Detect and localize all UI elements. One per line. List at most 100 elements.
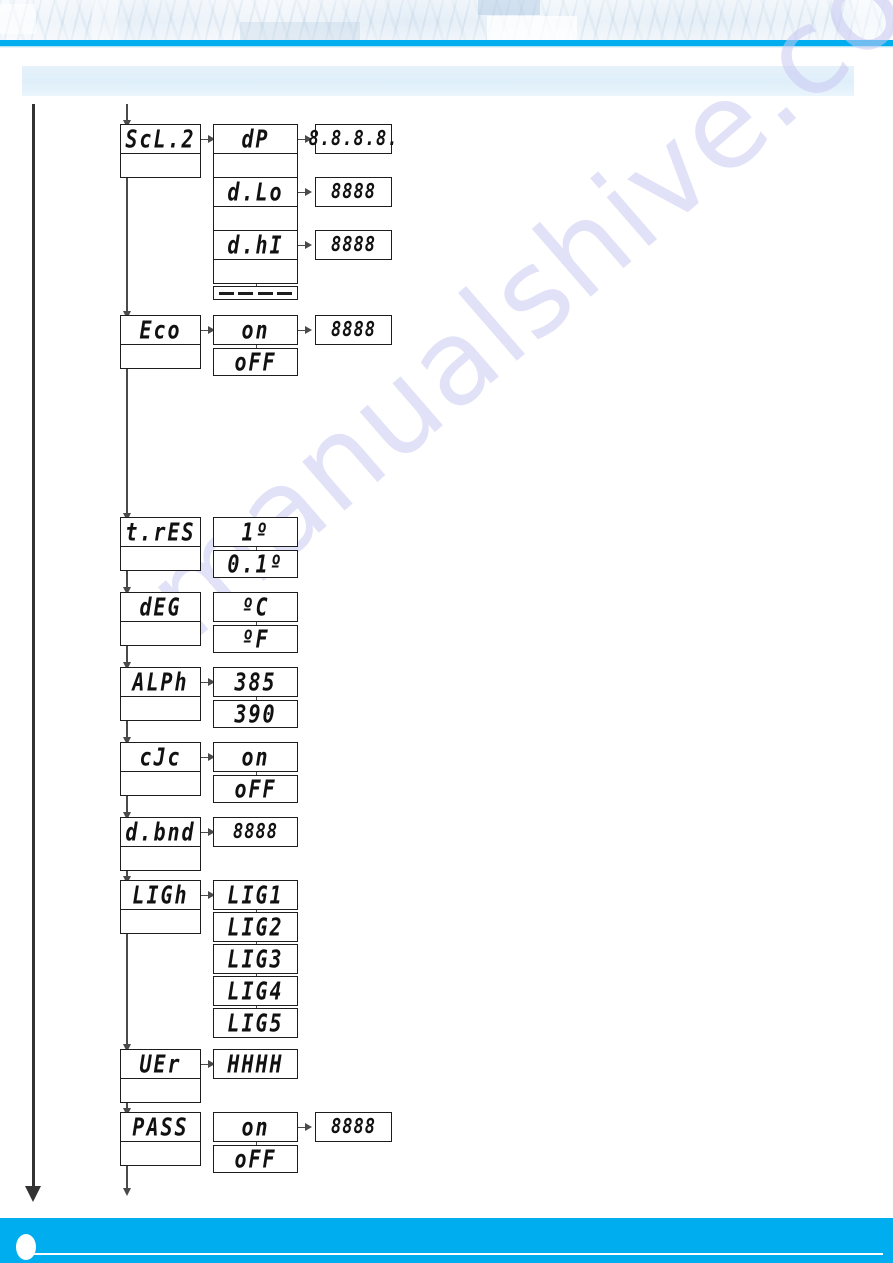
option-label: 0.1º: [227, 549, 284, 579]
menu-box-scl2[interactable]: ScL.2: [120, 124, 201, 154]
menu-box-ligh-body: [120, 910, 201, 934]
connector-arrow-icon: [305, 1123, 312, 1131]
menu-box-ligh[interactable]: LIGh: [120, 880, 201, 910]
option-box-tres-1deg[interactable]: 1º: [213, 517, 298, 547]
menu-label: dEG: [139, 592, 182, 622]
value-label: 8.8.8.8.: [308, 126, 399, 152]
menu-label: cJc: [139, 742, 182, 772]
option-label: LIG2: [227, 912, 284, 942]
main-spine-line: [32, 104, 35, 1190]
option-box-dp[interactable]: dP: [213, 124, 298, 154]
value-label: HHHH: [227, 1049, 284, 1079]
option-box-eco-off[interactable]: oFF: [213, 347, 298, 377]
option-label: on: [241, 742, 270, 772]
option-box-alph-390[interactable]: 390: [213, 699, 298, 729]
spine-eco-to-tres: [126, 369, 128, 519]
option-box-lig5[interactable]: LIG5: [213, 1008, 298, 1038]
menu-box-eco[interactable]: Eco: [120, 315, 201, 345]
connector-arrow-icon: [305, 188, 312, 196]
option-label: LIG1: [227, 880, 284, 910]
option-box-dp-body: [213, 154, 298, 178]
menu-box-eco-body: [120, 345, 201, 369]
main-spine-arrow-icon: [25, 1186, 41, 1202]
option-box-dlo[interactable]: d.Lo: [213, 177, 298, 207]
menu-label: ALPh: [132, 667, 189, 697]
option-label: 385: [234, 667, 277, 697]
value-box-dbnd[interactable]: 8888: [213, 817, 298, 847]
option-box-lig4[interactable]: LIG4: [213, 976, 298, 1006]
value-label: 8888: [331, 1114, 376, 1140]
option-label: dP: [241, 124, 270, 154]
option-label: ºC: [241, 592, 270, 622]
menu-box-tres-body: [120, 547, 201, 571]
dash-segment: [257, 291, 273, 295]
option-label: LIG3: [227, 944, 284, 974]
option-box-deg-fahrenheit[interactable]: ºF: [213, 624, 298, 654]
menu-box-cjc[interactable]: cJc: [120, 742, 201, 772]
value-box-uer[interactable]: HHHH: [213, 1049, 298, 1079]
footer-dot-icon: [16, 1234, 36, 1260]
value-box-eco[interactable]: 8888: [315, 315, 392, 345]
menu-box-tres[interactable]: t.rES: [120, 517, 201, 547]
option-box-dhi-body: [213, 260, 298, 284]
connector-arrow-icon: [305, 326, 312, 334]
menu-label: LIGh: [132, 880, 189, 910]
menu-box-pass[interactable]: PASS: [120, 1112, 201, 1142]
option-box-cjc-off[interactable]: oFF: [213, 774, 298, 804]
option-box-lig1[interactable]: LIG1: [213, 880, 298, 910]
menu-box-alph[interactable]: ALPh: [120, 667, 201, 697]
value-label: 8888: [331, 179, 376, 205]
option-label: on: [241, 1112, 270, 1142]
option-label: d.Lo: [227, 177, 284, 207]
dash-segment: [277, 291, 293, 295]
option-box-eco-on[interactable]: on: [213, 315, 298, 345]
value-box-dhi[interactable]: 8888: [315, 230, 392, 260]
menu-box-scl2-body: [120, 154, 201, 178]
menu-box-cjc-body: [120, 772, 201, 796]
value-label: 8888: [331, 317, 376, 343]
menu-box-pass-body: [120, 1142, 201, 1166]
option-box-cjc-on[interactable]: on: [213, 742, 298, 772]
option-label: d.hI: [227, 230, 284, 260]
option-label: oFF: [234, 774, 277, 804]
value-box-dlo[interactable]: 8888: [315, 177, 392, 207]
menu-label: UEr: [139, 1049, 182, 1079]
option-box-dhi[interactable]: d.hI: [213, 230, 298, 260]
menu-box-dbnd-body: [120, 847, 201, 871]
option-box-lig3[interactable]: LIG3: [213, 944, 298, 974]
footer-rule: [28, 1253, 883, 1255]
option-box-alph-385[interactable]: 385: [213, 667, 298, 697]
stem-arrow-icon: [123, 1188, 131, 1196]
option-box-pass-on[interactable]: on: [213, 1112, 298, 1142]
menu-label: ScL.2: [125, 124, 196, 154]
option-box-lig2[interactable]: LIG2: [213, 912, 298, 942]
option-label: oFF: [234, 347, 277, 377]
footer-bar: [0, 1218, 893, 1263]
menu-label: Eco: [139, 315, 182, 345]
menu-box-deg[interactable]: dEG: [120, 592, 201, 622]
connector-arrow-icon: [305, 241, 312, 249]
menu-label: d.bnd: [125, 817, 196, 847]
menu-box-dbnd[interactable]: d.bnd: [120, 817, 201, 847]
spine-ligh-to-uer: [126, 934, 128, 1048]
spine-pass-exit: [126, 1166, 128, 1190]
menu-box-uer-body: [120, 1079, 201, 1103]
menu-box-alph-body: [120, 697, 201, 721]
option-box-dlo-body: [213, 207, 298, 231]
spine-scl2-to-eco: [126, 178, 128, 318]
option-box-deg-celsius[interactable]: ºC: [213, 592, 298, 622]
option-label: LIG4: [227, 976, 284, 1006]
option-box-dashes[interactable]: [213, 286, 298, 300]
option-box-tres-01deg[interactable]: 0.1º: [213, 549, 298, 579]
menu-box-uer[interactable]: UEr: [120, 1049, 201, 1079]
value-label: 8888: [233, 819, 278, 845]
value-box-pass[interactable]: 8888: [315, 1112, 392, 1142]
value-box-dp[interactable]: 8.8.8.8.: [309, 124, 397, 154]
value-label: 8888: [331, 232, 376, 258]
menu-box-deg-body: [120, 622, 201, 646]
option-box-pass-off[interactable]: oFF: [213, 1144, 298, 1174]
dash-segment: [218, 291, 234, 295]
menu-label: PASS: [132, 1112, 189, 1142]
option-label: ºF: [241, 624, 270, 654]
option-label: 1º: [241, 517, 270, 547]
